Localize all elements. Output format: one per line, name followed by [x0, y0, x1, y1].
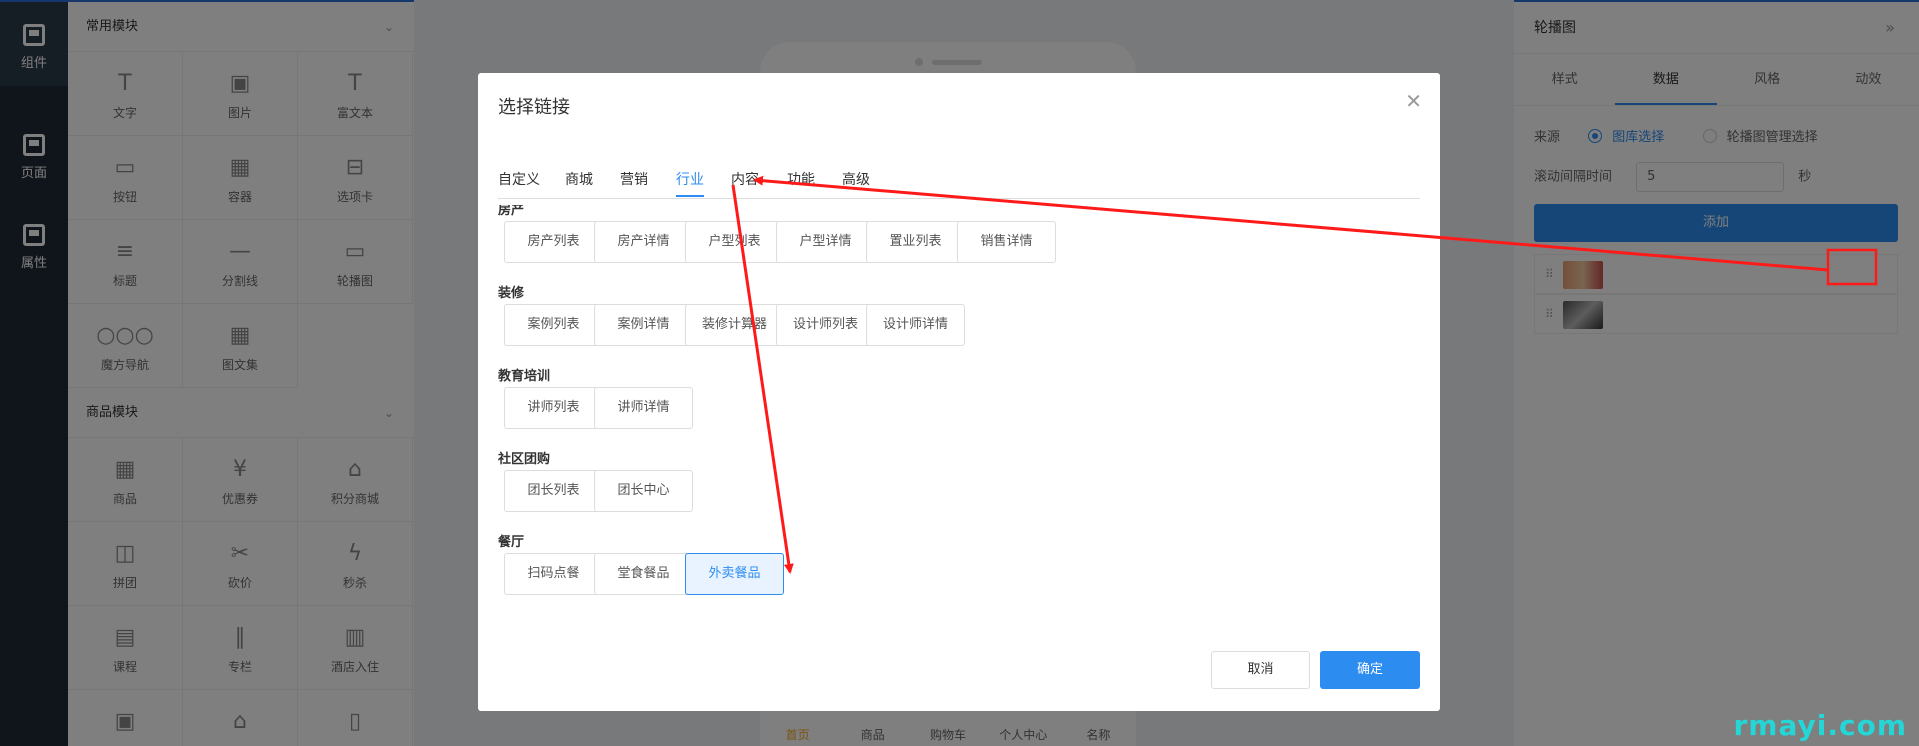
link-option[interactable]: 外卖餐品	[685, 553, 784, 595]
link-option[interactable]: 置业列表	[866, 221, 965, 263]
category-heading: 房产	[498, 205, 525, 218]
link-option[interactable]: 团长中心	[594, 470, 693, 512]
category-heading: 社区团购	[498, 452, 551, 467]
link-option[interactable]: 讲师列表	[504, 387, 603, 429]
link-option[interactable]: 房产列表	[504, 221, 603, 263]
select-link-dialog: 选择链接 ✕ 自定义 商城 营销 行业 内容 功能 高级 房产房产列表 房产详情 户型列表 户型详…	[478, 73, 1440, 711]
link-option[interactable]: 设计师详情	[866, 304, 965, 346]
tab-6[interactable]: 高级	[842, 165, 870, 195]
link-option[interactable]: 户型详情	[776, 221, 875, 263]
link-option[interactable]: 房产详情	[594, 221, 693, 263]
industry-link-list: 房产房产列表 房产详情 户型列表 户型详情 置业列表 销售详情装修案例列表 案例详情 装修计算…	[498, 205, 1420, 605]
link-option[interactable]: 案例详情	[594, 304, 693, 346]
link-option[interactable]: 堂食餐品	[594, 553, 693, 595]
link-type-tabs: 自定义 商城 营销 行业 内容 功能 高级	[498, 165, 1420, 199]
tab-0[interactable]: 自定义	[498, 165, 540, 195]
tab-3[interactable]: 行业	[676, 165, 704, 197]
link-option[interactable]: 设计师列表	[776, 304, 875, 346]
link-option[interactable]: 案例列表	[504, 304, 603, 346]
link-option[interactable]: 讲师详情	[594, 387, 693, 429]
category-heading: 教育培训	[498, 369, 551, 384]
category-heading: 餐厅	[498, 535, 525, 550]
link-option[interactable]: 装修计算器	[685, 304, 784, 346]
dialog-title: 选择链接	[498, 97, 570, 118]
close-icon[interactable]: ✕	[1405, 89, 1422, 113]
cancel-button[interactable]: 取消	[1211, 651, 1310, 689]
tab-5[interactable]: 功能	[787, 165, 815, 195]
tab-4[interactable]: 内容	[731, 165, 759, 195]
link-option[interactable]: 户型列表	[685, 221, 784, 263]
confirm-button[interactable]: 确定	[1320, 651, 1420, 689]
watermark-text: rmayi.com	[1733, 709, 1907, 742]
link-option[interactable]: 扫码点餐	[504, 553, 603, 595]
link-option[interactable]: 销售详情	[957, 221, 1056, 263]
tab-1[interactable]: 商城	[565, 165, 593, 195]
link-option[interactable]: 团长列表	[504, 470, 603, 512]
tab-2[interactable]: 营销	[620, 165, 648, 195]
category-heading: 装修	[498, 286, 525, 301]
